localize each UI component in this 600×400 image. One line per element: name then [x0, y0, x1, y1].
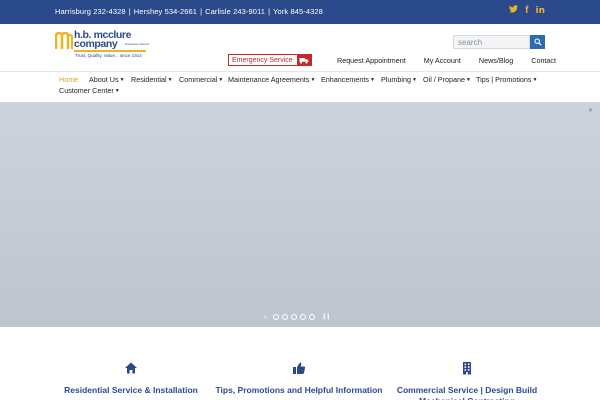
- my-account-link[interactable]: My Account: [424, 56, 461, 65]
- home-icon: [125, 362, 137, 374]
- hero-slider[interactable]: ✕ › ❙❙: [0, 102, 600, 327]
- nav-item-maintenance-agreements[interactable]: Maintenance Agreements▼: [228, 75, 315, 84]
- logo-wordmark: h.b. mcclure company: [74, 30, 131, 50]
- emergency-service-button[interactable]: Emergency Service: [228, 54, 312, 66]
- nav-item-label: Oil / Propane: [423, 75, 465, 84]
- linkedin-icon[interactable]: in: [536, 5, 546, 17]
- phone-hershey[interactable]: Hershey 534-2661: [134, 7, 197, 16]
- nav-item-label: Commercial: [179, 75, 218, 84]
- service-title: Commercial Service | Design Build Mechan…: [396, 385, 538, 400]
- phone-york[interactable]: York 845-4328: [273, 7, 323, 16]
- request-appointment-link[interactable]: Request Appointment: [337, 56, 406, 65]
- twitter-icon[interactable]: [509, 5, 519, 17]
- slider-controls: › ❙❙: [264, 312, 331, 321]
- nav-item-residential[interactable]: Residential▼: [131, 75, 173, 84]
- service-tips-promotions[interactable]: Tips, Promotions and Helpful Information: [214, 361, 384, 396]
- nav-item-about-us[interactable]: About Us▼: [89, 75, 125, 84]
- phone-carlisle[interactable]: Carlisle 243-9011: [205, 7, 265, 16]
- facebook-icon[interactable]: f: [525, 5, 528, 17]
- company-logo[interactable]: h.b. mcclure company Employee Owned Trus…: [55, 30, 150, 64]
- nav-item-home[interactable]: Home: [59, 75, 78, 84]
- service-commercial[interactable]: Commercial Service | Design Build Mechan…: [382, 361, 552, 400]
- chevron-down-icon: ▼: [119, 77, 125, 83]
- logo-tagline: Trust, Quality, Value... since 1914: [75, 53, 142, 58]
- header: h.b. mcclure company Employee Owned Trus…: [0, 24, 600, 71]
- thumbs-up-icon: [293, 362, 306, 374]
- logo-employee-owned: Employee Owned: [125, 42, 149, 46]
- service-residential[interactable]: Residential Service & Installation: [46, 361, 216, 396]
- phone-numbers: Harrisburg 232-4328 | Hershey 534-2661 |…: [55, 7, 323, 16]
- chevron-down-icon: ▼: [411, 77, 417, 83]
- page: Harrisburg 232-4328 | Hershey 534-2661 |…: [0, 0, 600, 400]
- slider-dot-4[interactable]: [299, 313, 306, 320]
- service-title: Tips, Promotions and Helpful Information: [215, 385, 383, 395]
- nav-item-label: Plumbing: [381, 75, 411, 84]
- chevron-down-icon: ▼: [310, 77, 316, 83]
- slider-next-arrow-icon[interactable]: ›: [264, 312, 267, 321]
- separator: |: [268, 7, 271, 16]
- nav-item-oil-propane[interactable]: Oil / Propane▼: [423, 75, 471, 84]
- nav-item-label: Maintenance Agreements: [228, 75, 310, 84]
- slider-dot-2[interactable]: [281, 313, 288, 320]
- nav-item-commercial[interactable]: Commercial▼: [179, 75, 223, 84]
- phone-harrisburg[interactable]: Harrisburg 232-4328: [55, 7, 126, 16]
- pause-icon[interactable]: ❙❙: [322, 313, 331, 320]
- close-icon[interactable]: ✕: [588, 107, 593, 114]
- main-nav: Home About Us▼ Residential▼ Commercial▼ …: [0, 72, 600, 102]
- chevron-down-icon: ▼: [532, 77, 538, 83]
- emergency-service-label: Emergency Service: [232, 56, 293, 64]
- building-icon: [463, 362, 471, 375]
- logo-mark-icon: [55, 32, 73, 49]
- slider-dot-5[interactable]: [308, 313, 315, 320]
- header-links: Request Appointment My Account News/Blog…: [337, 56, 556, 65]
- nav-item-label: Tips | Promotions: [476, 75, 532, 84]
- chevron-down-icon: ▼: [114, 88, 120, 94]
- logo-underline: [74, 50, 146, 52]
- social-links: f in: [509, 5, 545, 17]
- chevron-down-icon: ▼: [465, 77, 471, 83]
- truck-icon: [297, 55, 311, 65]
- services-section: Residential Service & Installation Tips,…: [0, 327, 600, 400]
- chevron-down-icon: ▼: [167, 77, 173, 83]
- search-icon: [533, 38, 542, 46]
- nav-item-enhancements[interactable]: Enhancements▼: [321, 75, 375, 84]
- search-button[interactable]: [530, 35, 545, 49]
- chevron-down-icon: ▼: [218, 77, 224, 83]
- separator: |: [200, 7, 203, 16]
- search-input[interactable]: [453, 35, 530, 49]
- separator: |: [128, 7, 131, 16]
- news-blog-link[interactable]: News/Blog: [479, 56, 513, 65]
- logo-line2: company: [74, 38, 118, 50]
- nav-item-tips-promotions[interactable]: Tips | Promotions▼: [476, 75, 537, 84]
- nav-item-label: Residential: [131, 75, 167, 84]
- nav-item-label: Home: [59, 75, 79, 84]
- contact-link[interactable]: Contact: [531, 56, 556, 65]
- top-bar: Harrisburg 232-4328 | Hershey 534-2661 |…: [0, 0, 600, 24]
- slider-dot-3[interactable]: [290, 313, 297, 320]
- search-box: [453, 35, 545, 49]
- chevron-down-icon: ▼: [369, 77, 375, 83]
- nav-item-label: About Us: [89, 75, 119, 84]
- nav-item-label: Enhancements: [321, 75, 369, 84]
- service-title: Residential Service & Installation: [64, 385, 198, 395]
- nav-item-plumbing[interactable]: Plumbing▼: [381, 75, 417, 84]
- slider-dot-1[interactable]: [272, 313, 279, 320]
- nav-item-label: Customer Center: [59, 86, 114, 95]
- nav-item-customer-center[interactable]: Customer Center▼: [59, 86, 120, 95]
